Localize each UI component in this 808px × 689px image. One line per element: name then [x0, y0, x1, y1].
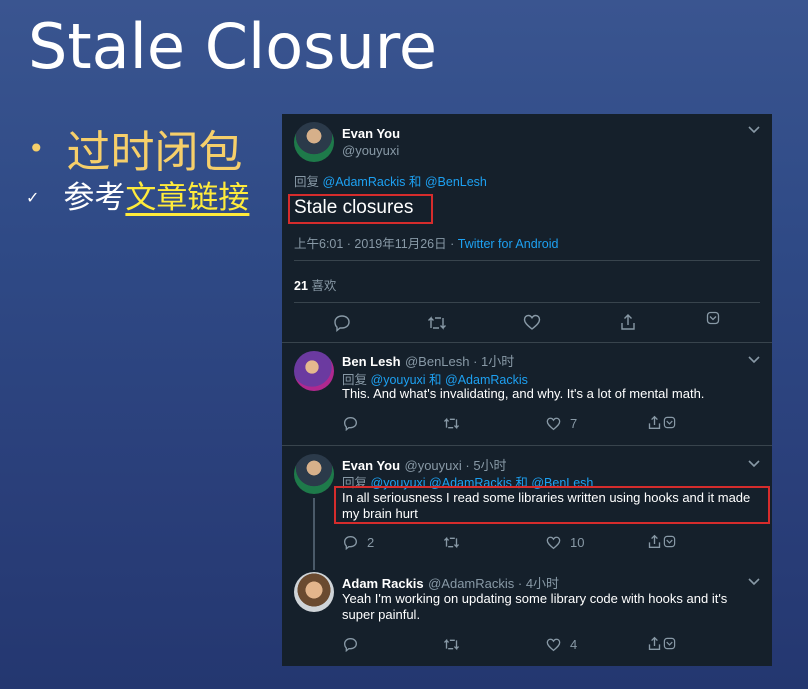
divider — [294, 260, 760, 261]
divider — [282, 445, 772, 446]
reply-to-line: 回复 @AdamRackis 和 @BenLesh — [294, 171, 487, 190]
tweet-text-line: Yeah I'm working on updating some librar… — [342, 591, 728, 606]
author-handle[interactable]: @BenLesh · 1小时 — [405, 354, 514, 369]
bookmark-icon[interactable] — [663, 637, 676, 650]
author-handle[interactable]: @AdamRackis · 4小时 — [428, 576, 559, 591]
reply-icon[interactable] — [343, 637, 358, 652]
share-icon[interactable] — [647, 534, 676, 549]
retweet-icon[interactable] — [443, 637, 460, 652]
tweet-text-line: super painful. — [342, 607, 421, 622]
tweet-text-line: In all seriousness I read some libraries… — [342, 490, 751, 505]
like-count: 4 — [570, 637, 578, 652]
author-name[interactable]: Evan You — [342, 126, 400, 141]
likes-count: 21 — [294, 279, 308, 293]
bullet-main: • 过时闭包 — [28, 116, 243, 180]
bullet-sub: ✓ 参考 文章链接 — [26, 172, 249, 217]
reply-prefix: 回复 — [342, 373, 368, 387]
chevron-down-icon[interactable] — [748, 122, 760, 137]
thread-line — [313, 498, 315, 570]
reply-icon[interactable] — [343, 416, 358, 431]
chevron-down-icon[interactable] — [748, 574, 760, 589]
avatar[interactable] — [294, 572, 334, 612]
retweet-icon[interactable] — [427, 314, 447, 332]
like-icon[interactable]: 10 — [546, 535, 584, 550]
avatar[interactable] — [294, 454, 334, 494]
bookmark-icon[interactable] — [706, 311, 720, 325]
reply-user-link[interactable]: @AdamRackis — [323, 175, 406, 189]
like-count: 10 — [570, 535, 585, 550]
tweet-source[interactable]: Twitter for Android — [458, 237, 559, 251]
tweet-thread-panel: Evan You @youyuxi 回复 @AdamRackis 和 @BenL… — [282, 114, 772, 666]
avatar[interactable] — [294, 351, 334, 391]
reply-user-link[interactable]: @BenLesh — [425, 175, 487, 189]
retweet-icon[interactable] — [443, 416, 460, 431]
tweet-timestamp: 上午6:01 · 2019年11月26日 · Twitter for Andro… — [294, 233, 559, 252]
author-handle[interactable]: @youyuxi — [342, 143, 399, 158]
slide-title: Stale Closure — [28, 10, 438, 83]
author-name[interactable]: Evan You — [342, 458, 400, 473]
author-name[interactable]: Ben Lesh — [342, 354, 401, 369]
avatar[interactable] — [294, 122, 334, 162]
chevron-down-icon[interactable] — [748, 456, 760, 471]
bookmark-icon[interactable] — [663, 535, 676, 548]
reply-and: 和 — [408, 175, 422, 189]
share-icon[interactable] — [619, 313, 637, 331]
tweet-text: In all seriousness I read some libraries… — [342, 490, 750, 522]
tweet-text: Yeah I'm working on updating some librar… — [342, 591, 727, 623]
reply-header: Adam Rackis @AdamRackis · 4小时 — [342, 573, 559, 593]
divider — [282, 342, 772, 343]
reply-user-link[interactable]: @youyuxi 和 @AdamRackis — [371, 373, 528, 387]
share-icon[interactable] — [647, 415, 676, 430]
reply-header: Ben Lesh @BenLesh · 1小时 — [342, 351, 514, 371]
checkmark-icon: ✓ — [26, 188, 40, 207]
tweet-text-line: my brain hurt — [342, 506, 418, 521]
divider — [294, 302, 760, 303]
tweet-text: Stale closures — [294, 197, 414, 218]
likes-label: 喜欢 — [311, 279, 337, 293]
reply-prefix: 回复 — [294, 175, 320, 189]
author-handle[interactable]: @youyuxi · 5小时 — [405, 458, 507, 473]
like-icon[interactable]: 4 — [546, 637, 577, 652]
reply-icon[interactable]: 2 — [343, 535, 374, 550]
article-link[interactable]: 文章链接 — [125, 172, 249, 217]
tweet-text: This. And what's invalidating, and why. … — [342, 386, 705, 401]
like-icon[interactable] — [523, 314, 541, 331]
reply-count: 2 — [367, 535, 375, 550]
likes-stat[interactable]: 21 喜欢 — [294, 275, 336, 294]
like-icon[interactable]: 7 — [546, 416, 577, 431]
reply-icon[interactable] — [333, 314, 351, 332]
bullet-dot-icon: • — [28, 131, 45, 165]
bullet-main-text: 过时闭包 — [66, 127, 243, 178]
author-name[interactable]: Adam Rackis — [342, 576, 424, 591]
tweet-time[interactable]: 上午6:01 · 2019年11月26日 · — [294, 237, 454, 251]
like-count: 7 — [570, 416, 578, 431]
bullet-sub-prefix: 参考 — [63, 180, 126, 216]
retweet-icon[interactable] — [443, 535, 460, 550]
bookmark-icon[interactable] — [663, 416, 676, 429]
share-icon[interactable] — [647, 636, 676, 651]
chevron-down-icon[interactable] — [748, 352, 760, 367]
